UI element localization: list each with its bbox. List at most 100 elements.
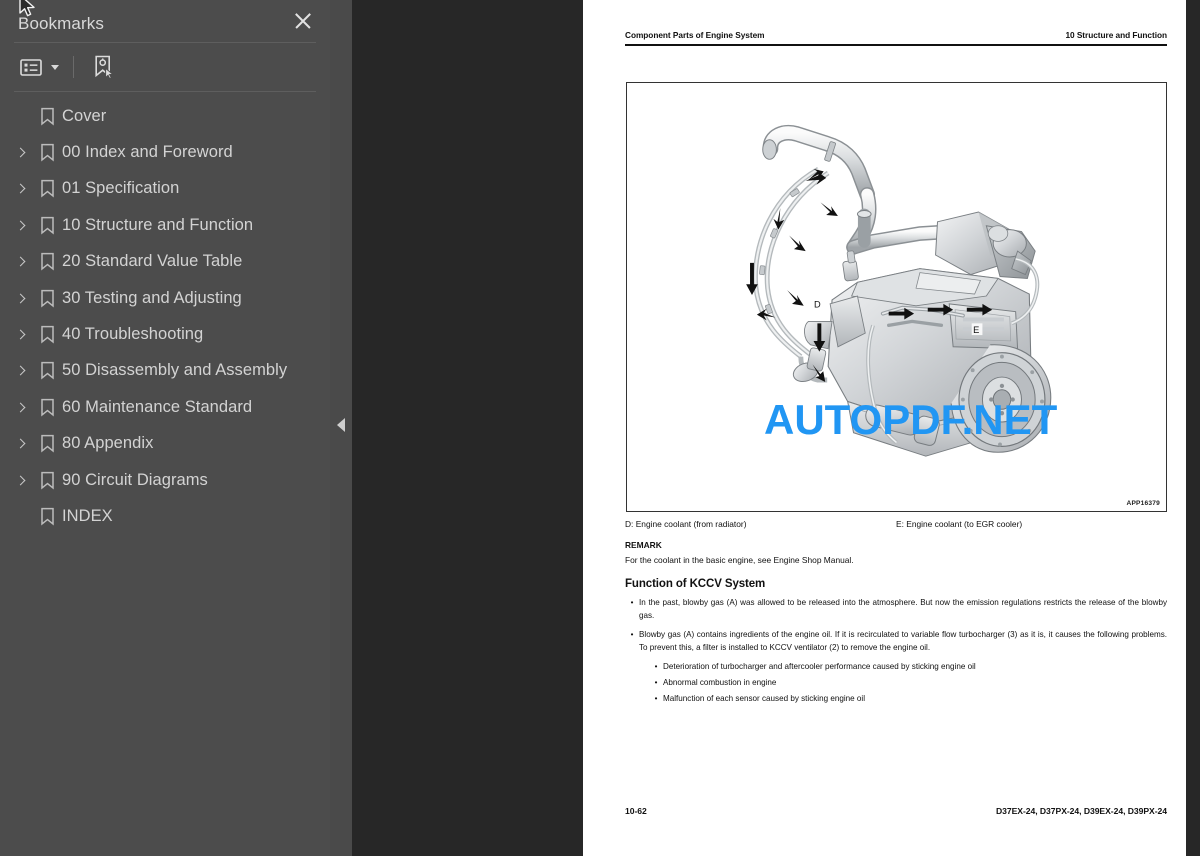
chevron-down-glyph <box>51 64 59 70</box>
bookmark-item-01-specification[interactable]: 01 Specification <box>0 171 330 207</box>
list-item: • Abnormal combustion in engine <box>649 676 1167 689</box>
running-header-right: 10 Structure and Function <box>1065 30 1167 40</box>
expand-chevron-icon[interactable] <box>10 475 32 486</box>
bookmark-label: 60 Maintenance Standard <box>62 397 253 416</box>
chevron-right-glyph <box>15 220 25 231</box>
list-item-text: Deterioration of turbocharger and afterc… <box>663 662 976 671</box>
expand-chevron-icon[interactable] <box>10 256 32 267</box>
list-item-text: In the past, blowby gas (A) was allowed … <box>639 598 1167 620</box>
bookmark-icon <box>32 252 62 271</box>
bookmark-item-00-index-and-foreword[interactable]: 00 Index and Foreword <box>0 134 330 170</box>
bookmark-icon <box>32 507 62 526</box>
kccv-function-list: • In the past, blowby gas (A) was allowe… <box>625 596 1167 708</box>
bookmark-label: 01 Specification <box>62 179 180 198</box>
bookmark-icon <box>32 471 62 490</box>
list-item-text: Blowby gas (A) contains ingredients of t… <box>639 630 1167 652</box>
bullet-glyph: • <box>630 598 634 607</box>
callout-D: D <box>814 300 821 310</box>
bookmark-icon <box>32 143 62 162</box>
caption-e: E: Engine coolant (to EGR cooler) <box>896 519 1023 529</box>
bullet-glyph: • <box>654 662 658 671</box>
chevron-right-glyph <box>15 293 25 304</box>
figure-captions: D: Engine coolant (from radiator) E: Eng… <box>625 519 1167 529</box>
list-item: • Blowby gas (A) contains ingredients of… <box>625 628 1167 654</box>
bookmark-item-90-circuit-diagrams[interactable]: 90 Circuit Diagrams <box>0 462 330 498</box>
bookmark-icon <box>32 107 62 126</box>
pdf-page-content: Component Parts of Engine System 10 Stru… <box>625 0 1176 856</box>
chevron-right-glyph <box>15 329 25 340</box>
bookmark-label: 90 Circuit Diagrams <box>62 470 208 489</box>
bookmark-label: 00 Index and Foreword <box>62 143 233 162</box>
page-number: 10-62 <box>625 806 647 816</box>
bookmark-item-40-troubleshooting[interactable]: 40 Troubleshooting <box>0 316 330 352</box>
bookmark-icon <box>32 179 62 199</box>
new-bookmark-glyph <box>95 55 115 79</box>
bookmark-item-10-structure-and-function[interactable]: 10 Structure and Function <box>0 207 330 243</box>
pdf-page: Component Parts of Engine System 10 Stru… <box>583 0 1186 856</box>
bookmarks-tree: Cover 00 Index and Foreword 01 Specifica… <box>0 92 330 535</box>
bookmark-label: 30 Testing and Adjusting <box>62 288 242 307</box>
chevron-right-glyph <box>15 365 25 376</box>
bookmarks-panel: Bookmarks Cover 00 Index and Foreword 01… <box>0 0 330 856</box>
kccv-problems-sublist: • Deterioration of turbocharger and afte… <box>649 660 1167 705</box>
bookmark-label: 50 Disassembly and Assembly <box>62 361 288 380</box>
expand-chevron-icon[interactable] <box>10 402 32 413</box>
list-item-text: Abnormal combustion in engine <box>663 678 777 687</box>
bookmark-item-60-maintenance-standard[interactable]: 60 Maintenance Standard <box>0 389 330 425</box>
toolbar-separator <box>73 56 74 78</box>
bookmark-item-cover[interactable]: Cover <box>0 98 330 134</box>
expand-chevron-icon[interactable] <box>10 293 32 304</box>
expand-chevron-icon[interactable] <box>10 147 32 158</box>
section-heading: Function of KCCV System <box>625 578 766 590</box>
expand-chevron-icon[interactable] <box>10 365 32 376</box>
panel-collapse-handle[interactable] <box>330 0 352 856</box>
bookmark-label: 20 Standard Value Table <box>62 252 243 271</box>
bookmark-item-50-disassembly-and-assembly[interactable]: 50 Disassembly and Assembly <box>0 353 330 389</box>
callout-E: E <box>973 325 979 335</box>
engine-assembly-figure: D E APP16379 <box>626 82 1167 512</box>
chevron-right-glyph <box>15 256 25 267</box>
engine-assembly-illustration: D E <box>746 124 1052 457</box>
pdf-page-viewport[interactable]: Component Parts of Engine System 10 Stru… <box>352 0 1200 856</box>
expand-chevron-icon[interactable] <box>10 184 32 194</box>
bookmark-icon <box>32 434 62 453</box>
bullet-glyph: • <box>654 694 658 703</box>
bookmark-label: INDEX <box>62 506 113 525</box>
list-item-text: Malfunction of each sensor caused by sti… <box>663 694 866 703</box>
bookmark-item-index[interactable]: INDEX <box>0 498 330 534</box>
running-header-left: Component Parts of Engine System <box>625 30 765 40</box>
chevron-down-icon[interactable] <box>47 64 63 70</box>
bookmark-label: 40 Troubleshooting <box>62 325 204 344</box>
close-icon[interactable] <box>290 8 316 34</box>
bookmark-label: Cover <box>62 106 107 125</box>
bookmark-icon <box>32 289 62 308</box>
list-item: • Malfunction of each sensor caused by s… <box>649 692 1167 705</box>
bookmark-icon <box>32 361 62 380</box>
collapse-panel-arrow-icon <box>337 418 345 432</box>
bookmark-icon <box>32 325 62 344</box>
running-header: Component Parts of Engine System 10 Stru… <box>625 30 1167 40</box>
chevron-right-glyph <box>15 184 25 194</box>
new-bookmark-icon[interactable] <box>88 50 120 84</box>
remark-text: For the coolant in the basic engine, see… <box>625 555 854 565</box>
chevron-right-glyph <box>15 402 25 413</box>
running-footer: 10-62 D37EX-24, D37PX-24, D39EX-24, D39P… <box>625 806 1167 816</box>
expand-chevron-icon[interactable] <box>10 220 32 231</box>
chevron-right-glyph <box>15 438 25 449</box>
list-options-icon[interactable] <box>15 50 47 84</box>
pdf-viewer-window: Bookmarks Cover 00 Index and Foreword 01… <box>0 0 1200 856</box>
list-item: • In the past, blowby gas (A) was allowe… <box>625 596 1167 622</box>
bookmark-item-20-standard-value-table[interactable]: 20 Standard Value Table <box>0 244 330 280</box>
bookmark-item-30-testing-and-adjusting[interactable]: 30 Testing and Adjusting <box>0 280 330 316</box>
bookmarks-panel-header: Bookmarks <box>0 0 330 42</box>
remark-heading: REMARK <box>625 540 662 550</box>
expand-chevron-icon[interactable] <box>10 438 32 449</box>
expand-chevron-icon[interactable] <box>10 329 32 340</box>
bookmark-item-80-appendix[interactable]: 80 Appendix <box>0 426 330 462</box>
caption-d: D: Engine coolant (from radiator) <box>625 519 747 529</box>
running-header-rule <box>625 44 1167 46</box>
bookmark-icon <box>32 398 62 417</box>
chevron-right-glyph <box>15 147 25 158</box>
bookmark-label: 10 Structure and Function <box>62 215 254 234</box>
list-item: • Deterioration of turbocharger and afte… <box>649 660 1167 673</box>
